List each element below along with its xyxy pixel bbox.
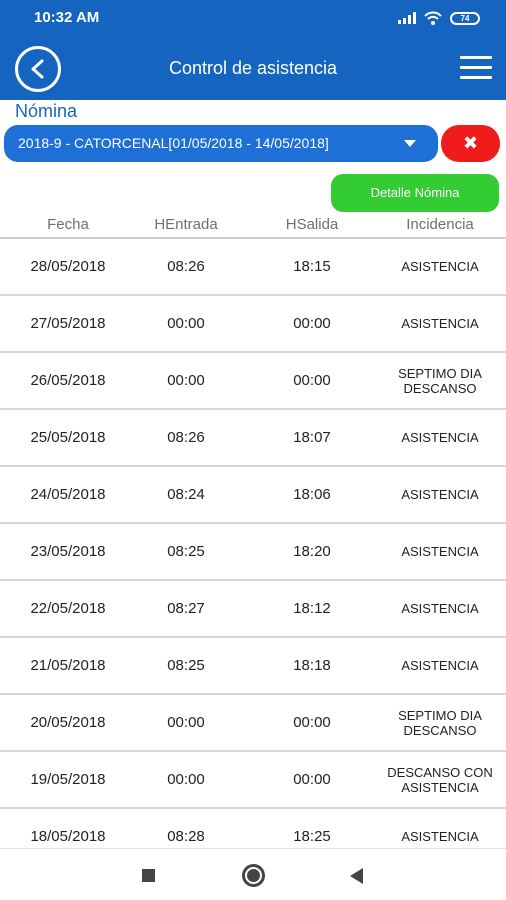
cell-hsalida: 00:00 (293, 372, 331, 389)
detalle-nomina-button[interactable]: Detalle Nómina (331, 174, 499, 212)
cell-hentrada: 00:00 (167, 771, 205, 788)
status-bar: 10:32 AM 74 (0, 0, 506, 36)
cell-hsalida: 18:18 (293, 657, 331, 674)
table-row[interactable]: 19/05/2018 00:00 00:00 DESCANSO CON ASIS… (0, 752, 506, 809)
table-row[interactable]: 22/05/2018 08:27 18:12 ASISTENCIA (0, 581, 506, 638)
page-title: Control de asistencia (168, 58, 338, 78)
cell-hentrada: 08:25 (167, 543, 205, 560)
cell-fecha: 28/05/2018 (30, 258, 106, 275)
clear-selection-button[interactable]: ✖ (441, 125, 500, 162)
system-nav-bar (0, 848, 506, 900)
cell-incidencia: ASISTENCIA (401, 259, 479, 274)
status-icons: 74 (398, 11, 480, 25)
cell-hsalida: 18:20 (293, 543, 331, 560)
nomina-select[interactable]: 2018-9 - CATORCENAL[01/05/2018 - 14/05/2… (4, 125, 438, 162)
cell-hsalida: 18:15 (293, 258, 331, 275)
table-row[interactable]: 23/05/2018 08:25 18:20 ASISTENCIA (0, 524, 506, 581)
header-hentrada: HEntrada (154, 216, 218, 233)
cell-fecha: 27/05/2018 (30, 315, 106, 332)
table-row[interactable]: 24/05/2018 08:24 18:06 ASISTENCIA (0, 467, 506, 524)
cell-hentrada: 08:26 (167, 429, 205, 446)
cell-fecha: 20/05/2018 (30, 714, 106, 731)
cell-hentrada: 08:24 (167, 486, 205, 503)
table-row[interactable]: 18/05/2018 08:28 18:25 ASISTENCIA (0, 809, 506, 847)
cell-hsalida: 18:06 (293, 486, 331, 503)
cell-fecha: 19/05/2018 (30, 771, 106, 788)
table-row[interactable]: 20/05/2018 00:00 00:00 SEPTIMO DIA DESCA… (0, 695, 506, 752)
header-fecha: Fecha (47, 216, 89, 233)
cell-fecha: 24/05/2018 (30, 486, 106, 503)
header-incidencia: Incidencia (406, 216, 474, 233)
nomina-select-value: 2018-9 - CATORCENAL[01/05/2018 - 14/05/2… (18, 135, 329, 151)
hamburger-menu-icon[interactable] (460, 56, 492, 80)
cell-hentrada: 08:26 (167, 258, 205, 275)
table-row[interactable]: 25/05/2018 08:26 18:07 ASISTENCIA (0, 410, 506, 467)
cell-incidencia: SEPTIMO DIA DESCANSO (398, 365, 482, 396)
cell-hentrada: 00:00 (167, 315, 205, 332)
cell-hsalida: 00:00 (293, 771, 331, 788)
cell-fecha: 22/05/2018 (30, 600, 106, 617)
cell-hsalida: 00:00 (293, 714, 331, 731)
table-row[interactable]: 28/05/2018 08:26 18:15 ASISTENCIA (0, 239, 506, 296)
wifi-icon (424, 11, 442, 25)
cell-fecha: 18/05/2018 (30, 828, 106, 845)
cell-hsalida: 00:00 (293, 315, 331, 332)
cell-fecha: 25/05/2018 (30, 429, 106, 446)
cell-incidencia: ASISTENCIA (401, 430, 479, 445)
cell-incidencia: ASISTENCIA (401, 487, 479, 502)
cell-fecha: 23/05/2018 (30, 543, 106, 560)
cell-incidencia: SEPTIMO DIA DESCANSO (398, 707, 482, 738)
cell-incidencia: ASISTENCIA (401, 544, 479, 559)
header-hsalida: HSalida (285, 216, 339, 233)
cell-fecha: 26/05/2018 (30, 372, 106, 389)
cell-hentrada: 08:27 (167, 600, 205, 617)
home-icon[interactable] (242, 864, 265, 887)
cell-hsalida: 18:25 (293, 828, 331, 845)
table-row[interactable]: 26/05/2018 00:00 00:00 SEPTIMO DIA DESCA… (0, 353, 506, 410)
cell-incidencia: DESCANSO CON ASISTENCIA (387, 764, 493, 795)
close-icon: ✖ (462, 133, 479, 153)
attendance-list[interactable]: 28/05/2018 08:26 18:15 ASISTENCIA 27/05/… (0, 239, 506, 847)
signal-icon (398, 12, 416, 24)
battery-icon: 74 (450, 11, 480, 25)
app-bar: Control de asistencia (0, 36, 506, 100)
cell-hentrada: 00:00 (167, 714, 205, 731)
cell-incidencia: ASISTENCIA (401, 601, 479, 616)
cell-hentrada: 00:00 (167, 372, 205, 389)
cell-hentrada: 08:25 (167, 657, 205, 674)
cell-hsalida: 18:07 (293, 429, 331, 446)
back-icon[interactable] (350, 868, 363, 884)
cell-fecha: 21/05/2018 (30, 657, 106, 674)
cell-incidencia: ASISTENCIA (401, 658, 479, 673)
recents-icon[interactable] (142, 869, 155, 882)
chevron-down-icon (404, 140, 416, 147)
status-time: 10:32 AM (34, 9, 100, 26)
cell-hentrada: 08:28 (167, 828, 205, 845)
table-row[interactable]: 21/05/2018 08:25 18:18 ASISTENCIA (0, 638, 506, 695)
cell-incidencia: ASISTENCIA (401, 316, 479, 331)
table-row[interactable]: 27/05/2018 00:00 00:00 ASISTENCIA (0, 296, 506, 353)
cell-hsalida: 18:12 (293, 600, 331, 617)
table-header: Fecha HEntrada HSalida Incidencia (0, 212, 506, 239)
cell-incidencia: ASISTENCIA (401, 829, 479, 844)
nomina-label: Nómina (15, 101, 78, 121)
